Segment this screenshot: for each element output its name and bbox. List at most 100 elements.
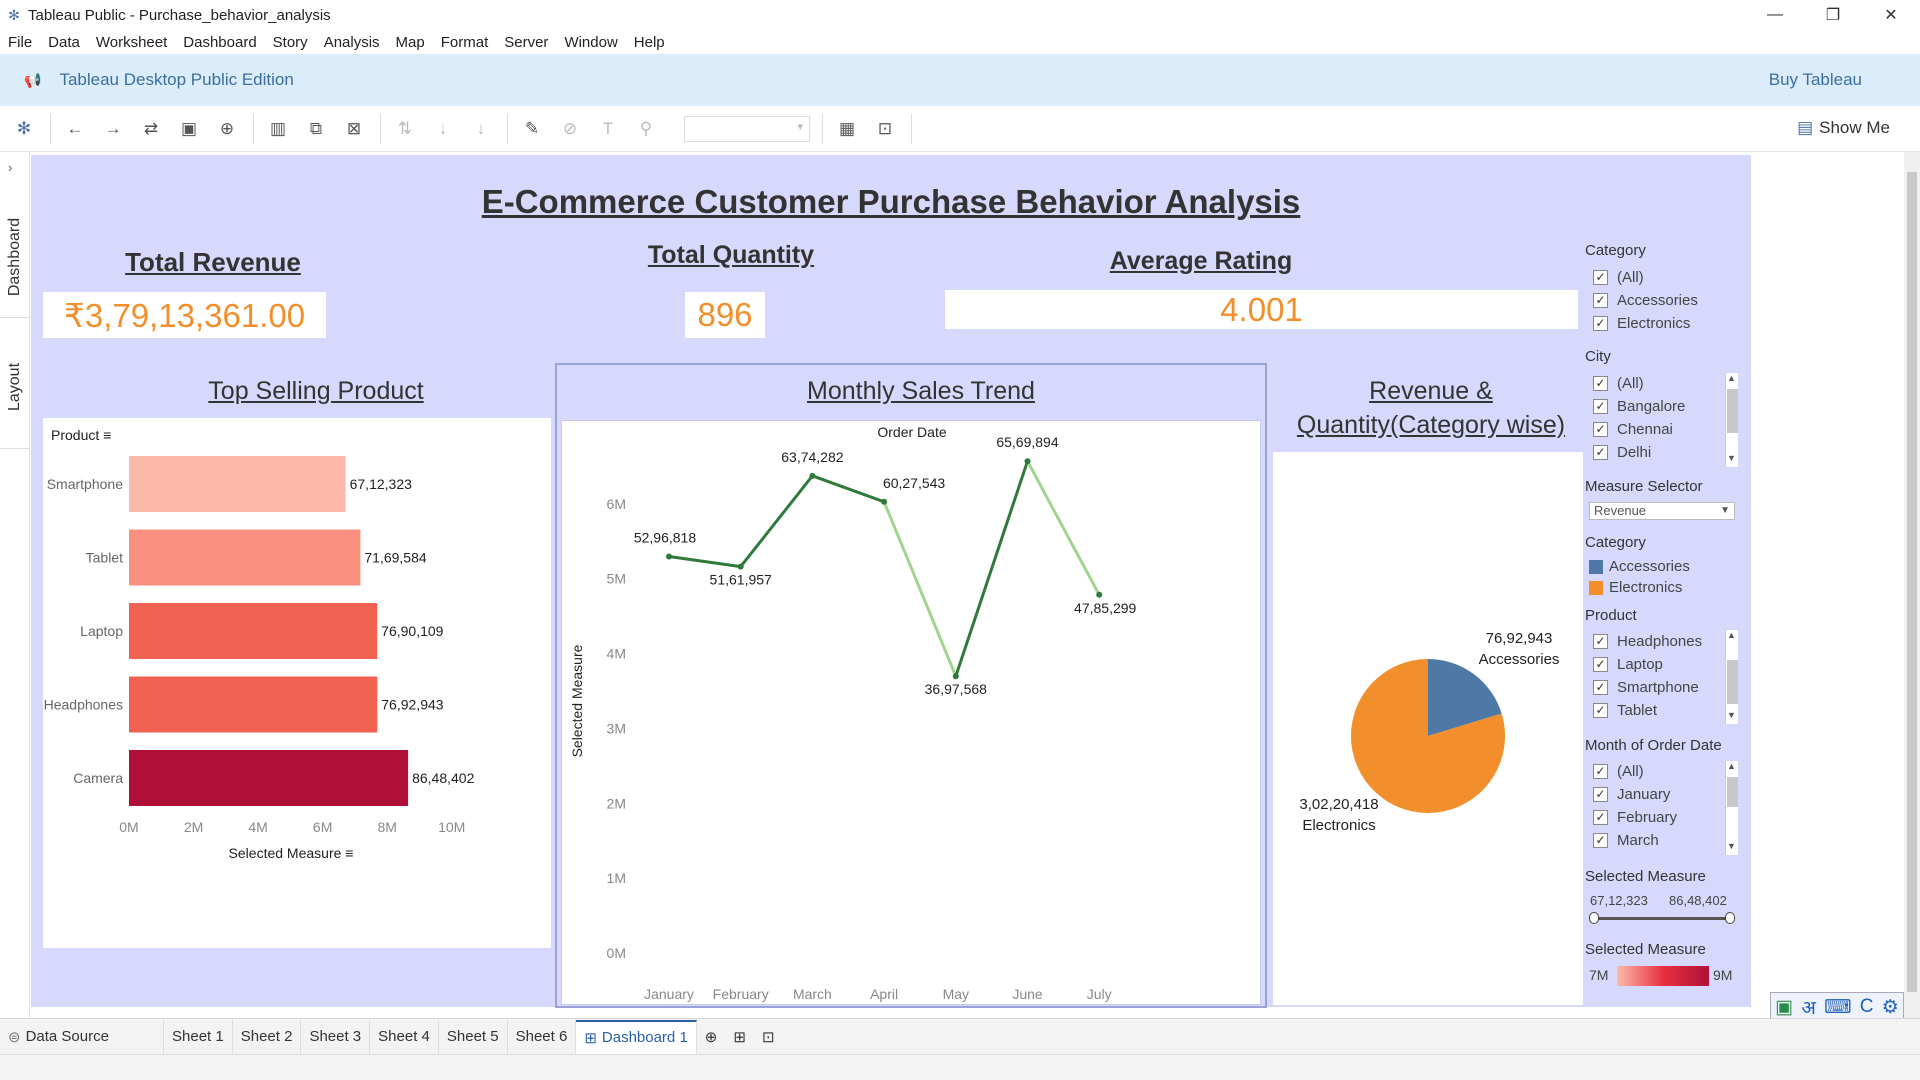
month-filter-february[interactable]: ✓ February <box>1593 809 1677 826</box>
tab-sheet-5[interactable]: Sheet 5 <box>439 1019 508 1054</box>
group-icon[interactable]: ⊘ <box>556 115 584 143</box>
product-filter-tablet[interactable]: ✓ Tablet <box>1593 702 1657 719</box>
tab-sheet-2[interactable]: Sheet 2 <box>233 1019 302 1054</box>
bar-x-tick-label: 6M <box>313 819 332 835</box>
product-filter-smartphone[interactable]: ✓ Smartphone <box>1593 679 1699 696</box>
month-filter-scrollbar[interactable]: ▲ ▼ <box>1725 761 1738 855</box>
presentation-mode-icon[interactable]: ⊡ <box>871 115 899 143</box>
average-rating-value[interactable]: 4.001 <box>945 290 1578 329</box>
sort-descending-icon[interactable]: ↓ <box>467 115 495 143</box>
sort-ascending-icon[interactable]: ↓ <box>429 115 457 143</box>
line-point-january <box>666 553 672 560</box>
product-filter-scrollbar[interactable]: ▲ ▼ <box>1725 630 1738 724</box>
restore-button[interactable]: ❐ <box>1804 0 1862 30</box>
line-point-february <box>737 563 744 570</box>
category-filter-accessories[interactable]: ✓ Accessories <box>1593 292 1698 309</box>
top-selling-panel: Product ≡ Smartphone 67,12,323 Tablet 71,69,… <box>43 418 551 948</box>
legend-accessories[interactable]: Accessories <box>1589 558 1690 575</box>
duplicate-icon[interactable]: ⧉ <box>302 115 330 143</box>
menu-help[interactable]: Help <box>626 34 673 51</box>
range-slider-track[interactable] <box>1593 917 1733 920</box>
menu-server[interactable]: Server <box>496 34 556 51</box>
city-filter-delhi[interactable]: ✓ Delhi <box>1593 444 1651 461</box>
new-data-source-icon[interactable]: ⊕ <box>213 115 241 143</box>
menu-map[interactable]: Map <box>388 34 433 51</box>
measure-selector-dropdown[interactable]: Revenue ▼ <box>1589 502 1735 520</box>
category-pie-chart: 76,92,943 Accessories 3,02,20,418 Electroni… <box>1299 630 1560 834</box>
new-worksheet-tab-icon[interactable]: ⊕ <box>697 1020 726 1054</box>
redo-icon[interactable]: → <box>99 115 127 143</box>
pin-icon[interactable]: ⚲ <box>632 115 660 143</box>
pie-category-label: Accessories <box>1479 651 1560 668</box>
menu-window[interactable]: Window <box>556 34 625 51</box>
product-filter-laptop[interactable]: ✓ Laptop <box>1593 656 1663 673</box>
category-title-line2: Quantity(Category wise) <box>1296 411 1566 439</box>
title-bar: ✻ Tableau Public - Purchase_behavior_ana… <box>0 0 1920 30</box>
checkbox: ✓ <box>1593 270 1608 285</box>
menu-file[interactable]: File <box>0 34 40 51</box>
tab-sheet-4[interactable]: Sheet 4 <box>370 1019 439 1054</box>
category-filter-title: Category <box>1585 242 1646 259</box>
range-max: 86,48,402 <box>1669 893 1727 908</box>
total-revenue-value[interactable]: ₹3,79,13,361.00 <box>43 292 326 338</box>
tab-sheet-1[interactable]: Sheet 1 <box>164 1019 233 1054</box>
save-icon[interactable]: ▣ <box>175 115 203 143</box>
bar-laptop <box>129 603 378 659</box>
tab-data-source[interactable]: ⊜ Data Source <box>0 1019 164 1054</box>
city-filter-bangalore[interactable]: ✓ Bangalore <box>1593 398 1685 415</box>
sheet-tab-bar: ⊜ Data Source Sheet 1 Sheet 2 Sheet 3 She… <box>0 1018 1920 1054</box>
menu-story[interactable]: Story <box>265 34 316 51</box>
close-button[interactable]: ✕ <box>1862 0 1920 30</box>
tab-sheet-6[interactable]: Sheet 6 <box>508 1019 577 1054</box>
labels-icon[interactable]: T <box>594 115 622 143</box>
show-cards-icon[interactable]: ▦ <box>833 115 861 143</box>
month-filter-title: Month of Order Date <box>1585 737 1722 754</box>
pie-value-label: 3,02,20,418 <box>1299 796 1378 813</box>
menu-analysis[interactable]: Analysis <box>316 34 388 51</box>
tab-sheet-3[interactable]: Sheet 3 <box>301 1019 371 1054</box>
range-slider-min-handle[interactable] <box>1589 912 1599 924</box>
new-story-tab-icon[interactable]: ⊡ <box>754 1020 783 1054</box>
line-segment <box>882 501 958 677</box>
buy-tableau-link[interactable]: Buy Tableau <box>1769 70 1862 90</box>
new-dashboard-tab-icon[interactable]: ⊞ <box>725 1020 754 1054</box>
line-value-label: 63,74,282 <box>781 449 843 465</box>
legend-electronics[interactable]: Electronics <box>1589 579 1682 596</box>
menu-worksheet[interactable]: Worksheet <box>88 34 175 51</box>
replay-icon[interactable]: ⇄ <box>137 115 165 143</box>
total-quantity-value[interactable]: 896 <box>685 292 765 338</box>
menu-format[interactable]: Format <box>433 34 497 51</box>
clear-sheet-icon[interactable]: ⊠ <box>340 115 368 143</box>
product-filter-headphones[interactable]: ✓ Headphones <box>1593 633 1702 650</box>
swap-icon[interactable]: ⇅ <box>391 115 419 143</box>
checkbox: ✓ <box>1593 316 1608 331</box>
highlight-icon[interactable]: ✎ <box>518 115 546 143</box>
tableau-home-icon[interactable]: ✻ <box>10 115 38 143</box>
city-filter-scrollbar[interactable]: ▲ ▼ <box>1725 373 1738 467</box>
city-filter-all[interactable]: ✓ (All) <box>1593 375 1644 392</box>
fit-select[interactable] <box>684 115 810 142</box>
show-me-button[interactable]: ▤ Show Me <box>1797 118 1890 138</box>
menu-dashboard[interactable]: Dashboard <box>175 34 264 51</box>
menu-data[interactable]: Data <box>40 34 88 51</box>
undo-icon[interactable]: ← <box>61 115 89 143</box>
category-filter-electronics[interactable]: ✓ Electronics <box>1593 315 1690 332</box>
range-slider-max-handle[interactable] <box>1725 912 1735 924</box>
minimize-button[interactable]: — <box>1746 0 1804 30</box>
expand-chevron-icon[interactable]: › <box>8 160 12 175</box>
keyboard-icon: ⌨ <box>1824 996 1852 1018</box>
tab-layout[interactable]: Layout <box>0 322 30 452</box>
bar-value-label: 71,69,584 <box>364 550 426 566</box>
month-filter-all[interactable]: ✓ (All) <box>1593 763 1644 780</box>
category-filter-all[interactable]: ✓ (All) <box>1593 269 1644 286</box>
canvas-vertical-scrollbar[interactable] <box>1904 152 1920 1018</box>
average-rating-title: Average Rating <box>1109 247 1293 275</box>
city-filter-chennai[interactable]: ✓ Chennai <box>1593 421 1673 438</box>
line-segment <box>739 474 814 568</box>
tab-dashboard[interactable]: Dashboard <box>0 192 30 322</box>
tab-dashboard-1[interactable]: ⊞ Dashboard 1 <box>576 1019 697 1054</box>
line-point-may <box>952 673 959 680</box>
month-filter-march[interactable]: ✓ March <box>1593 832 1659 849</box>
month-filter-january[interactable]: ✓ January <box>1593 786 1670 803</box>
new-worksheet-icon[interactable]: ▥ <box>264 115 292 143</box>
